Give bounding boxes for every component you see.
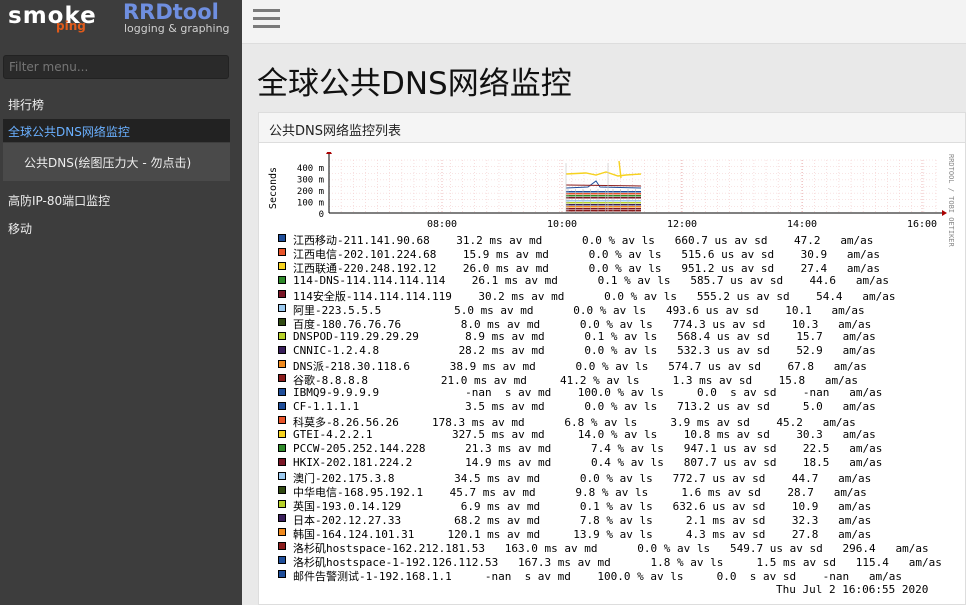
legend-swatch <box>278 290 286 298</box>
legend-entry: HKIX-202.181.224.2 14.9 ms av md 0.4 % a… <box>293 456 883 469</box>
legend-swatch <box>278 458 286 466</box>
sidebar-item-label: 全球公共DNS网络监控 <box>8 125 130 139</box>
legend-swatch <box>278 556 286 564</box>
x-tick-label: 08:00 <box>427 219 457 230</box>
series-band <box>566 204 641 206</box>
legend-swatch <box>278 514 286 522</box>
legend-swatch <box>278 486 286 494</box>
page-title: 全球公共DNS网络监控 <box>257 66 572 102</box>
rrdtool-side-label: RRDTOOL / TOBI OETIKER <box>947 154 955 248</box>
legend-swatch <box>278 332 286 340</box>
smokeping-logo[interactable]: smoke ping RRDtool logging & graphing <box>0 0 242 44</box>
top-bar <box>242 0 966 44</box>
legend-entry: IBMQ9-9.9.9.9 -nan s av md 100.0 % av ls… <box>293 386 883 399</box>
legend-swatch <box>278 402 286 410</box>
legend-swatch <box>278 262 286 270</box>
series-band <box>566 202 641 204</box>
legend-entry: 114-DNS-114.114.114.114 26.1 ms av md 0.… <box>293 274 890 287</box>
legend-swatch <box>278 542 286 550</box>
series-band <box>566 200 641 202</box>
series-band <box>566 193 641 195</box>
legend-swatch <box>278 430 286 438</box>
y-axis-title: Seconds <box>268 167 279 209</box>
legend-swatch <box>278 318 286 326</box>
x-tick-label: 16:00 <box>907 219 937 230</box>
sidebar-subitem-public-dns[interactable]: 公共DNS(绘图压力大 - 勿点击) <box>3 143 230 181</box>
series-band <box>566 191 641 193</box>
legend-swatch <box>278 528 286 536</box>
y-tick-label: 0 <box>319 210 324 220</box>
legend-swatch <box>278 276 286 284</box>
sidebar-item-ranking[interactable]: 排行榜 <box>8 96 44 113</box>
logo-ping-text: ping <box>56 19 86 33</box>
legend-entry: CF-1.1.1.1 3.5 ms av md 0.0 % av ls 713.… <box>293 400 876 413</box>
legend-swatch <box>278 570 286 578</box>
series-band <box>566 208 641 210</box>
x-tick-label: 12:00 <box>667 219 697 230</box>
legend-entry: DNSPOD-119.29.29.29 8.9 ms av md 0.1 % a… <box>293 330 876 343</box>
filter-menu-input[interactable] <box>3 55 229 79</box>
legend-entry: 邮件告警测试-1-192.168.1.1 -nan s av md 100.0 … <box>293 570 903 583</box>
legend-entry: GTEI-4.2.2.1 327.5 ms av md 14.0 % av ls… <box>293 428 876 441</box>
sidebar-item-ddos-ip[interactable]: 高防IP-80端口监控 <box>8 192 110 209</box>
legend-swatch <box>278 346 286 354</box>
sidebar-subitem-label: 公共DNS(绘图压力大 - 勿点击) <box>24 156 192 170</box>
series-band <box>566 197 641 199</box>
sidebar-item-global-dns[interactable]: 全球公共DNS网络监控 <box>3 119 230 142</box>
legend-swatch <box>278 374 286 382</box>
y-tick-label: 200 m <box>297 187 324 197</box>
y-tick-label: 100 m <box>297 199 324 209</box>
legend-entry: CNNIC-1.2.4.8 28.2 ms av md 0.0 % av ls … <box>293 344 876 357</box>
sidebar-item-mobile[interactable]: 移动 <box>8 220 32 237</box>
rrdtool-logo-subtitle: logging & graphing <box>124 22 230 35</box>
x-axis-arrow <box>942 210 947 216</box>
x-tick-label: 10:00 <box>547 219 577 230</box>
legend-swatch <box>278 500 286 508</box>
series-band <box>566 210 641 212</box>
y-tick-label: 400 m <box>297 164 324 174</box>
legend-swatch <box>278 304 286 312</box>
panel-header: 公共DNS网络监控列表 <box>259 113 965 143</box>
sidebar: smoke ping RRDtool logging & graphing 排行… <box>0 0 242 605</box>
series-band <box>566 206 641 208</box>
legend-swatch <box>278 444 286 452</box>
legend-swatch <box>278 472 286 480</box>
series-line-gtei <box>565 171 642 177</box>
x-tick-label: 14:00 <box>787 219 817 230</box>
y-tick-label: 300 m <box>297 176 324 186</box>
legend-entry: PCCW-205.252.144.228 21.3 ms av md 7.4 %… <box>293 442 883 455</box>
legend-swatch <box>278 234 286 242</box>
panel-title: 公共DNS网络监控列表 <box>269 124 401 139</box>
series-line-la <box>565 180 642 189</box>
rrdtool-logo-text: RRDtool <box>123 0 219 24</box>
chart-timestamp: Thu Jul 2 16:06:55 2020 <box>776 583 929 596</box>
y-axis-arrow <box>326 152 332 154</box>
legend-swatch <box>278 416 286 424</box>
legend-swatch <box>278 248 286 256</box>
legend-swatch <box>278 388 286 396</box>
hamburger-menu-icon[interactable] <box>242 0 290 43</box>
legend-swatch <box>278 360 286 368</box>
series-line-la2 <box>565 184 642 187</box>
series-band <box>566 195 641 197</box>
